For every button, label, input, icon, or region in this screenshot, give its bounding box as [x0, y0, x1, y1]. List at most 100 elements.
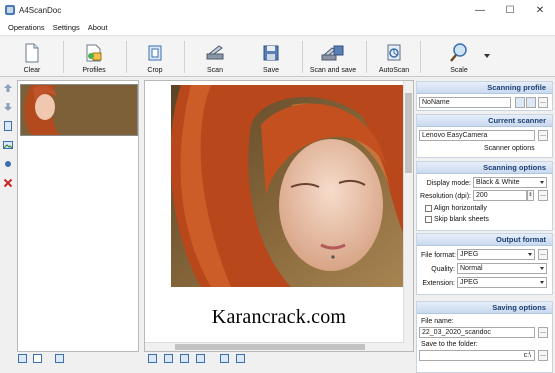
chevron-down-icon [528, 253, 532, 256]
maximize-button[interactable]: ☐ [495, 0, 525, 20]
preview-bottom-bar [148, 354, 268, 366]
scanner-options-button[interactable]: Scanner options [484, 145, 535, 152]
minimize-button[interactable]: — [465, 0, 495, 20]
quality-select[interactable]: Normal [457, 263, 547, 274]
scanned-photo [171, 85, 404, 287]
display-mode-value: Black & White [476, 179, 520, 186]
settings-panel: Scanning profile NoName ... Current scan… [415, 80, 555, 373]
scanner-name-field[interactable]: Lenovo EasyCamera [419, 130, 535, 141]
file-format-label: File format: [421, 252, 457, 259]
format-more-button[interactable]: ... [538, 249, 548, 260]
save-folder-browse-button[interactable]: ... [538, 350, 548, 361]
title-bar: A4ScanDoc — ☐ ✕ [0, 0, 555, 20]
clear-button[interactable]: Clear [15, 37, 49, 77]
rotate-right-icon[interactable] [236, 354, 245, 363]
save-label: Save [263, 67, 279, 74]
extension-select[interactable]: JPEG [457, 277, 547, 288]
file-format-select[interactable]: JPEG [457, 249, 535, 260]
image-icon[interactable] [3, 140, 13, 150]
resolution-stepper[interactable]: ⇕ [527, 190, 534, 201]
select-all-icon[interactable] [18, 354, 27, 363]
scanner-more-button[interactable]: ... [538, 130, 548, 141]
fit-width-icon[interactable] [164, 354, 173, 363]
align-horizontally-label: Align horizontally [434, 205, 487, 212]
rotate-left-icon[interactable] [220, 354, 229, 363]
display-mode-select[interactable]: Black & White [473, 177, 547, 188]
clear-label: Clear [23, 67, 41, 74]
delete-icon[interactable] [3, 178, 13, 188]
profile-more-button[interactable]: ... [538, 97, 548, 108]
scale-label: Scale [450, 67, 468, 74]
close-button[interactable]: ✕ [525, 0, 555, 20]
multi-page-icon[interactable] [196, 354, 205, 363]
fit-page-icon[interactable] [148, 354, 157, 363]
output-format-section: Output format File format: JPEG ... Qual… [416, 233, 553, 295]
scale-button[interactable]: Scale [444, 37, 474, 77]
scan-and-save-button[interactable]: Scan and save [306, 37, 360, 77]
file-name-more-button[interactable]: ... [538, 327, 548, 338]
align-horizontally-checkbox[interactable] [425, 205, 432, 212]
scan-label: Scan [207, 67, 223, 74]
save-profile-icon[interactable] [526, 97, 536, 108]
crop-label: Crop [147, 67, 163, 74]
side-tools [0, 80, 16, 350]
profiles-icon [86, 44, 102, 62]
file-name-input[interactable]: 22_03_2020_scandoc [419, 327, 535, 338]
autoscan-icon [387, 44, 401, 61]
quality-value: Normal [460, 265, 483, 272]
move-up-icon[interactable] [3, 83, 13, 93]
toolbar-divider [302, 41, 303, 73]
section-header: Output format [417, 234, 552, 246]
menu-settings[interactable]: Settings [49, 20, 84, 36]
chevron-down-icon [540, 281, 544, 284]
profile-name-field[interactable]: NoName [419, 97, 511, 108]
crop-button[interactable]: Crop [140, 37, 170, 77]
vertical-scroll-thumb[interactable] [405, 93, 412, 173]
autoscan-button[interactable]: AutoScan [376, 37, 412, 77]
deselect-icon[interactable] [33, 354, 42, 363]
scan-button[interactable]: Scan [198, 37, 232, 77]
main-toolbar: Clear Profiles Crop Scan Save Scan and s… [0, 37, 555, 77]
floppy-disk-icon [263, 45, 279, 61]
watermark-text: Karancrack.com [211, 306, 347, 328]
page-icon[interactable] [3, 121, 13, 131]
menu-about[interactable]: About [84, 20, 112, 36]
thumbnail-photo [21, 85, 137, 135]
toolbar-divider [126, 41, 127, 73]
grid-view-icon[interactable] [55, 354, 64, 363]
menu-operations[interactable]: Operations [4, 20, 49, 36]
toolbar-divider [63, 41, 64, 73]
two-pages-icon[interactable] [180, 354, 189, 363]
scan-and-save-icon [321, 45, 344, 61]
thumbnail-bottom-bar [17, 354, 139, 366]
horizontal-scroll-thumb[interactable] [175, 344, 365, 350]
toolbar-divider [366, 41, 367, 73]
save-button[interactable]: Save [256, 37, 286, 77]
resolution-more-button[interactable]: ... [538, 190, 548, 201]
chevron-down-icon [540, 181, 544, 184]
open-profile-icon[interactable] [515, 97, 525, 108]
section-header: Scanning options [417, 162, 552, 174]
extension-value: JPEG [460, 279, 479, 286]
app-window: A4ScanDoc — ☐ ✕ Operations Settings Abou… [0, 0, 555, 373]
page-thumbnail[interactable] [20, 84, 138, 136]
horizontal-scrollbar[interactable] [145, 342, 405, 351]
autoscan-label: AutoScan [378, 67, 410, 74]
display-mode-label: Display mode: [426, 180, 471, 187]
window-title: A4ScanDoc [19, 5, 62, 15]
crop-icon [148, 45, 162, 61]
scan-and-save-label: Scan and save [309, 67, 357, 74]
scanner-icon [206, 45, 224, 60]
blank-page-icon [25, 43, 39, 63]
toolbar-divider [184, 41, 185, 73]
profiles-button[interactable]: Profiles [77, 37, 111, 77]
section-header: Saving options [417, 302, 552, 314]
brightness-icon[interactable] [3, 159, 13, 169]
app-logo-icon [5, 5, 15, 15]
save-folder-input[interactable]: c:\ [419, 350, 535, 361]
skip-blank-sheets-checkbox[interactable] [425, 216, 432, 223]
move-down-icon[interactable] [3, 102, 13, 112]
resolution-input[interactable]: 200 [473, 190, 527, 201]
scale-dropdown-arrow-icon[interactable] [484, 54, 490, 58]
magnifier-icon [450, 43, 467, 62]
